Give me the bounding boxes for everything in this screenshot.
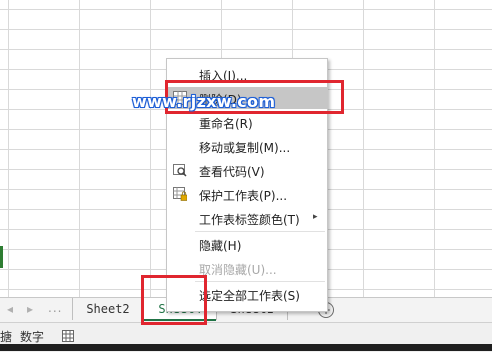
menu-item-label: 移动或复制(M)... xyxy=(199,141,291,155)
tab-sheet2[interactable]: Sheet2 xyxy=(72,298,143,320)
menu-item-view-code[interactable]: 查看代码(V) xyxy=(167,159,327,181)
menu-item-move-copy[interactable]: 移动或复制(M)... xyxy=(167,135,327,157)
status-fragment: 搪 xyxy=(0,330,13,344)
tab-overflow-dots[interactable]: ... xyxy=(48,301,62,315)
menu-item-tab-color[interactable]: 工作表标签颜色(T) ▸ xyxy=(167,207,327,229)
menu-item-label: 重命名(R) xyxy=(199,117,253,131)
submenu-arrow-icon: ▸ xyxy=(313,212,318,222)
taskbar-strip xyxy=(0,344,492,351)
view-code-icon xyxy=(173,164,187,177)
menu-item-label: 查看代码(V) xyxy=(199,165,265,179)
menu-item-label: 保护工作表(P)... xyxy=(199,189,288,203)
status-mode: 数字 xyxy=(20,330,45,344)
menu-separator xyxy=(195,281,325,282)
protect-sheet-icon xyxy=(173,187,187,201)
annotation-box-tab xyxy=(141,275,207,325)
tab-scroll-left-icon[interactable]: ◂ xyxy=(3,302,17,316)
active-cell-indicator xyxy=(0,246,3,268)
menu-item-label: 工作表标签颜色(T) xyxy=(199,213,300,227)
menu-item-rename[interactable]: 重命名(R) xyxy=(167,111,327,133)
menu-item-hide[interactable]: 隐藏(H) xyxy=(167,233,327,255)
menu-item-label: 取消隐藏(U)... xyxy=(199,263,277,277)
menu-item-protect-sheet[interactable]: 保护工作表(P)... xyxy=(167,183,327,205)
watermark-text: www.rjzxw.com xyxy=(132,92,276,111)
menu-separator xyxy=(195,231,325,232)
tab-scroll-right-icon[interactable]: ▸ xyxy=(23,302,37,316)
menu-item-label: 隐藏(H) xyxy=(199,239,242,253)
page-layout-icon[interactable] xyxy=(62,330,74,342)
menu-item-label: 选定全部工作表(S) xyxy=(199,289,300,303)
